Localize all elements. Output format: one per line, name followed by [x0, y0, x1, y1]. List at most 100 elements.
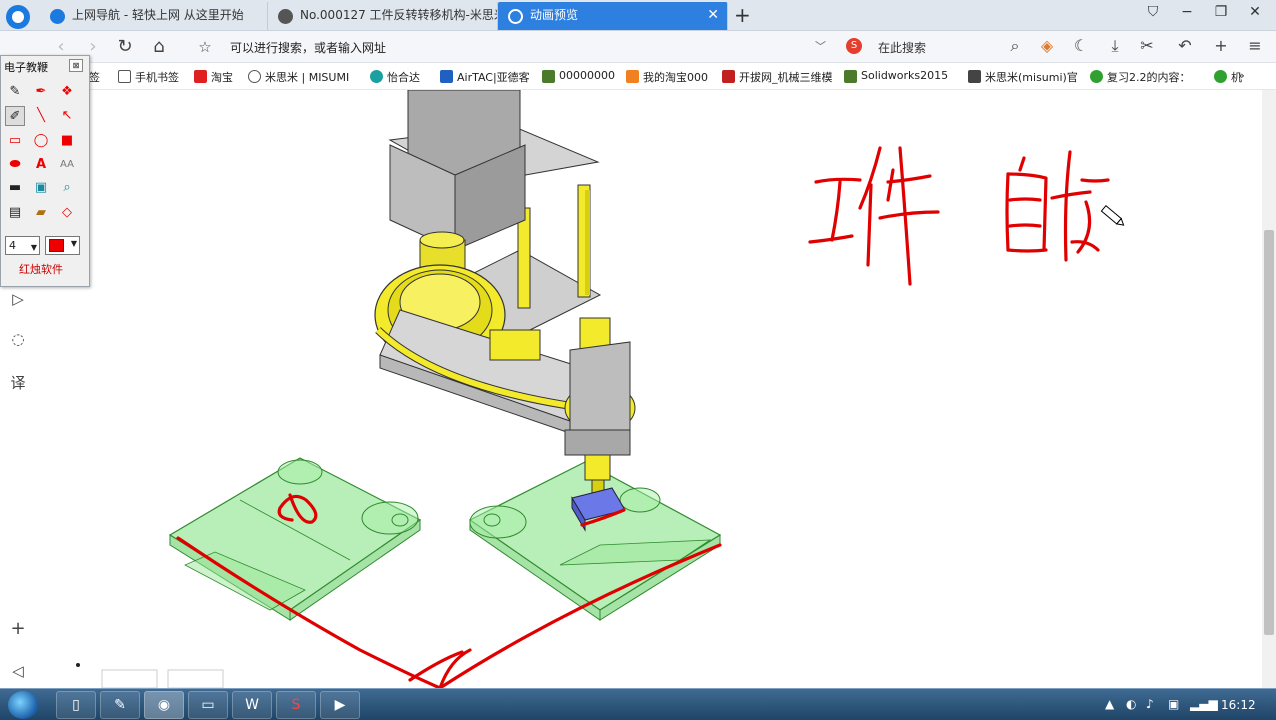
- bookmark-label: 开拔网_机械三维模: [739, 71, 833, 84]
- gamepad-icon[interactable]: ◈: [1036, 36, 1058, 55]
- pencil-icon[interactable]: ✐: [5, 106, 25, 126]
- video-icon[interactable]: ▷: [8, 290, 28, 310]
- bookmark[interactable]: 淘宝: [194, 69, 233, 85]
- open-icon[interactable]: ▰: [31, 203, 51, 223]
- undo-icon[interactable]: ↶: [1174, 36, 1196, 55]
- bookmark[interactable]: AirTAC|亚德客: [440, 69, 530, 85]
- chevron-down-icon[interactable]: ﹀: [815, 38, 826, 54]
- tab-animation-preview[interactable]: 动画预览 ✕: [498, 2, 728, 30]
- monitor-icon[interactable]: ▣: [1168, 697, 1179, 711]
- doc-icon[interactable]: W: [232, 691, 272, 719]
- scissors-icon[interactable]: ✂: [1136, 36, 1158, 55]
- pin-icon[interactable]: ⛉: [1140, 4, 1166, 20]
- bookmark[interactable]: Solidworks2015: [844, 69, 948, 83]
- globe-icon: [508, 9, 523, 24]
- phone-icon: [118, 70, 131, 83]
- close-tab-icon[interactable]: ✕: [707, 2, 719, 29]
- close-window-button[interactable]: ✕: [1242, 4, 1268, 20]
- black-rect-icon[interactable]: ▬: [5, 178, 25, 198]
- bookmark[interactable]: 手机书签: [118, 69, 179, 85]
- bookmark[interactable]: 00000000: [542, 69, 615, 83]
- bookmark[interactable]: 米思米(misumi)官: [968, 69, 1078, 85]
- tray-network-icon[interactable]: ◐: [1126, 697, 1136, 711]
- tab-misumi[interactable]: No.000127 工件反转转移机构-米思米: [268, 2, 498, 30]
- browser-icon[interactable]: ◉: [144, 691, 184, 719]
- download-icon[interactable]: ⤓: [1104, 36, 1126, 56]
- new-tab-button[interactable]: +: [734, 3, 751, 27]
- bookmark[interactable]: 我的淘宝000: [626, 69, 708, 85]
- minimize-button[interactable]: −: [1174, 4, 1200, 20]
- collapse-icon[interactable]: ◁: [8, 662, 28, 682]
- home-icon[interactable]: ⌂: [148, 36, 170, 57]
- bookmarks-more-icon[interactable]: »: [1238, 69, 1245, 82]
- search-icon[interactable]: ⌕: [1004, 36, 1026, 56]
- volume-icon[interactable]: ♪: [1146, 697, 1154, 711]
- player-icon[interactable]: ▶: [320, 691, 360, 719]
- bookmark-label: 手机书签: [135, 71, 179, 84]
- folder-icon[interactable]: ▭: [188, 691, 228, 719]
- bookmark[interactable]: 复习2.2的内容：: [1090, 69, 1191, 85]
- pen-size-select[interactable]: 4 ▼: [5, 236, 40, 255]
- dot: [76, 663, 80, 667]
- line-icon[interactable]: ╲: [31, 106, 51, 126]
- solidworks-icon[interactable]: S: [276, 691, 316, 719]
- bookmark[interactable]: 怡合达: [370, 69, 420, 85]
- bookmark-label: 米思米 | MISUMI: [265, 71, 350, 84]
- filled-rect-icon[interactable]: ■: [57, 131, 77, 151]
- search-input[interactable]: 在此搜索: [878, 39, 926, 56]
- url-input[interactable]: 可以进行搜索，或者输入网址: [230, 39, 386, 56]
- zoom-icon[interactable]: ⌕: [57, 178, 77, 198]
- robot-mechanism: [374, 90, 636, 532]
- animation-canvas: [76, 90, 1125, 688]
- vertical-scrollbar[interactable]: [1262, 90, 1276, 688]
- scroll-thumb[interactable]: [1264, 230, 1274, 635]
- pen-color-select[interactable]: ▼: [45, 236, 80, 255]
- tray-arrow-icon[interactable]: ▲: [1105, 697, 1114, 711]
- forward-icon[interactable]: ›: [82, 36, 104, 57]
- comment-icon[interactable]: ◌: [8, 330, 28, 350]
- back-icon[interactable]: ‹: [50, 36, 72, 57]
- translate-icon[interactable]: 译: [8, 372, 28, 392]
- start-button[interactable]: [8, 691, 38, 719]
- brush-icon[interactable]: ❖: [57, 82, 77, 102]
- add-icon[interactable]: +: [1210, 36, 1232, 55]
- palette-title: 电子教鞭: [4, 61, 48, 74]
- airtac-icon: [440, 70, 453, 83]
- signal-icon[interactable]: ▂▄▆: [1190, 697, 1218, 711]
- add-icon[interactable]: +: [8, 618, 28, 639]
- star-icon[interactable]: ☆: [194, 38, 216, 56]
- left-conveyor: [168, 457, 422, 621]
- arrow-icon[interactable]: ↖: [57, 106, 77, 126]
- pen-icon[interactable]: ✒: [31, 82, 51, 102]
- screen-icon[interactable]: ▣: [31, 178, 51, 198]
- bookmark-label: 签: [89, 71, 100, 84]
- rect-icon[interactable]: ▭: [5, 131, 25, 151]
- eraser-icon[interactable]: ✎: [5, 82, 25, 102]
- ellipse-icon[interactable]: ◯: [31, 131, 51, 151]
- moon-icon[interactable]: ☾: [1070, 36, 1092, 55]
- chevron-down-icon: ▼: [70, 239, 77, 248]
- clear-icon[interactable]: ◇: [57, 203, 77, 223]
- sketch-icon[interactable]: ✎: [100, 691, 140, 719]
- ie-logo-icon: [50, 9, 65, 24]
- refresh-icon[interactable]: ↻: [114, 36, 136, 57]
- bookmark[interactable]: 开拔网_机械三维模: [722, 69, 833, 85]
- tab-navigation[interactable]: 上网导航 - 轻快上网 从这里开始: [40, 2, 268, 30]
- red-ink-annotations: [176, 146, 1110, 688]
- kaiba-icon: [722, 70, 735, 83]
- taobao-mine-icon: [626, 70, 639, 83]
- bookmark[interactable]: 米思米 | MISUMI: [248, 69, 349, 85]
- bookmark-label: 米思米(misumi)官: [985, 71, 1078, 84]
- file-icon[interactable]: ▯: [56, 691, 96, 719]
- browser-logo-icon[interactable]: [6, 5, 30, 29]
- palette-close-button[interactable]: ⊠: [69, 59, 83, 72]
- misumi-logo-icon: [278, 9, 293, 24]
- font-size-icon[interactable]: AA: [57, 155, 77, 175]
- restore-button[interactable]: ❐: [1208, 4, 1234, 20]
- menu-icon[interactable]: ≡: [1244, 36, 1266, 55]
- save-icon[interactable]: ▤: [5, 203, 25, 223]
- search-engine-icon[interactable]: S: [846, 38, 862, 54]
- text-icon[interactable]: A: [31, 155, 51, 175]
- tab-label: 上网导航 - 轻快上网 从这里开始: [72, 8, 244, 22]
- filled-ellipse-icon[interactable]: ⬬: [5, 155, 25, 175]
